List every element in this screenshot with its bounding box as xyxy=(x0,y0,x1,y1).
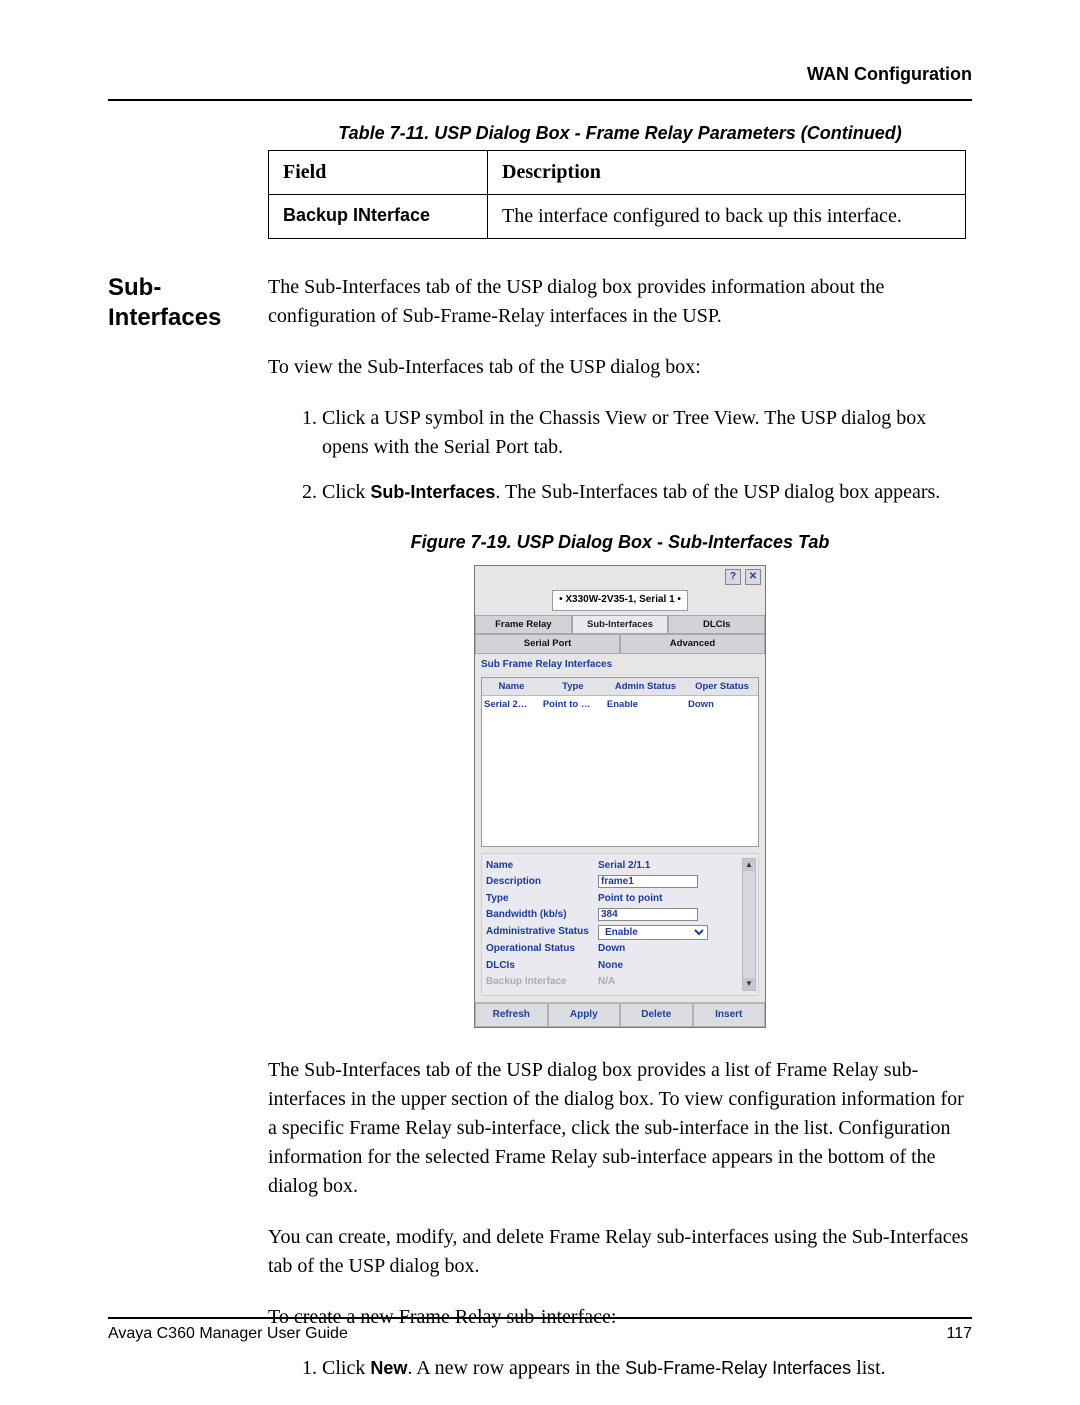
label-backup-interface: Backup Interface xyxy=(486,975,598,990)
paragraph: To view the Sub-Interfaces tab of the US… xyxy=(268,353,972,382)
label-bandwidth: Bandwidth (kb/s) xyxy=(486,908,598,923)
bandwidth-input[interactable] xyxy=(598,908,698,921)
scroll-up-icon[interactable]: ▲ xyxy=(743,859,755,871)
table-cell-field: Backup INterface xyxy=(269,195,488,239)
tab-dlcis[interactable]: DLCIs xyxy=(668,615,765,635)
panel-title: Sub Frame Relay Interfaces xyxy=(475,654,765,677)
tab-advanced[interactable]: Advanced xyxy=(620,634,765,654)
usp-dialog: ? ✕ • X330W-2V35-1, Serial 1 • Frame Rel… xyxy=(474,565,766,1028)
page-header: WAN Configuration xyxy=(108,64,972,85)
value-name: Serial 2/1.1 xyxy=(598,859,754,874)
paragraph: The Sub-Interfaces tab of the USP dialog… xyxy=(268,273,972,331)
label-type: Type xyxy=(486,892,598,907)
breadcrumb[interactable]: • X330W-2V35-1, Serial 1 • xyxy=(552,590,688,611)
value-oper-status: Down xyxy=(598,942,754,957)
delete-button[interactable]: Delete xyxy=(620,1003,693,1028)
figure-caption: Figure 7-19. USP Dialog Box - Sub-Interf… xyxy=(268,529,972,555)
paragraph: The Sub-Interfaces tab of the USP dialog… xyxy=(268,1056,972,1201)
value-dlcis: None xyxy=(598,959,754,974)
label-admin-status: Administrative Status xyxy=(486,925,598,941)
tab-sub-interfaces[interactable]: Sub-Interfaces xyxy=(572,615,669,635)
detail-panel: ▲ ▼ Name Serial 2/1.1 Description Typ xyxy=(481,853,759,996)
insert-button[interactable]: Insert xyxy=(693,1003,766,1028)
col-name: Name xyxy=(482,678,541,696)
table-row[interactable]: Serial 2… Point to … Enable Down xyxy=(482,696,758,714)
label-oper-status: Operational Status xyxy=(486,942,598,957)
table-header-description: Description xyxy=(488,151,966,195)
header-rule xyxy=(108,99,972,101)
frame-relay-table: Field Description Backup INterface The i… xyxy=(268,150,966,239)
list-item: Click Sub-Interfaces. The Sub-Interfaces… xyxy=(322,478,972,507)
table-cell-description: The interface configured to back up this… xyxy=(488,195,966,239)
scroll-down-icon[interactable]: ▼ xyxy=(743,978,755,990)
label-description: Description xyxy=(486,875,598,890)
value-type: Point to point xyxy=(598,892,754,907)
scrollbar[interactable]: ▲ ▼ xyxy=(742,858,756,991)
list-item: Click New. A new row appears in the Sub-… xyxy=(322,1354,972,1383)
help-icon[interactable]: ? xyxy=(725,569,741,585)
refresh-button[interactable]: Refresh xyxy=(475,1003,548,1028)
col-type: Type xyxy=(541,678,605,696)
footer-page: 117 xyxy=(946,1325,972,1343)
list-item: Click a USP symbol in the Chassis View o… xyxy=(322,404,972,462)
apply-button[interactable]: Apply xyxy=(548,1003,621,1028)
col-admin-status: Admin Status xyxy=(605,678,686,696)
section-heading: Sub-Interfaces xyxy=(108,273,268,1405)
label-name: Name xyxy=(486,859,598,874)
table-caption: Table 7-11. USP Dialog Box - Frame Relay… xyxy=(268,123,972,144)
paragraph: You can create, modify, and delete Frame… xyxy=(268,1223,972,1281)
col-oper-status: Oper Status xyxy=(686,678,758,696)
value-backup-interface: N/A xyxy=(598,975,754,990)
description-input[interactable] xyxy=(598,875,698,888)
close-icon[interactable]: ✕ xyxy=(745,569,761,585)
footer-left: Avaya C360 Manager User Guide xyxy=(108,1325,348,1343)
tab-frame-relay[interactable]: Frame Relay xyxy=(475,615,572,635)
admin-status-select[interactable]: Enable xyxy=(598,925,708,940)
interfaces-list[interactable]: Name Type Admin Status Oper Status Seria… xyxy=(481,677,759,847)
table-header-field: Field xyxy=(269,151,488,195)
label-dlcis: DLCIs xyxy=(486,959,598,974)
tab-serial-port[interactable]: Serial Port xyxy=(475,634,620,654)
